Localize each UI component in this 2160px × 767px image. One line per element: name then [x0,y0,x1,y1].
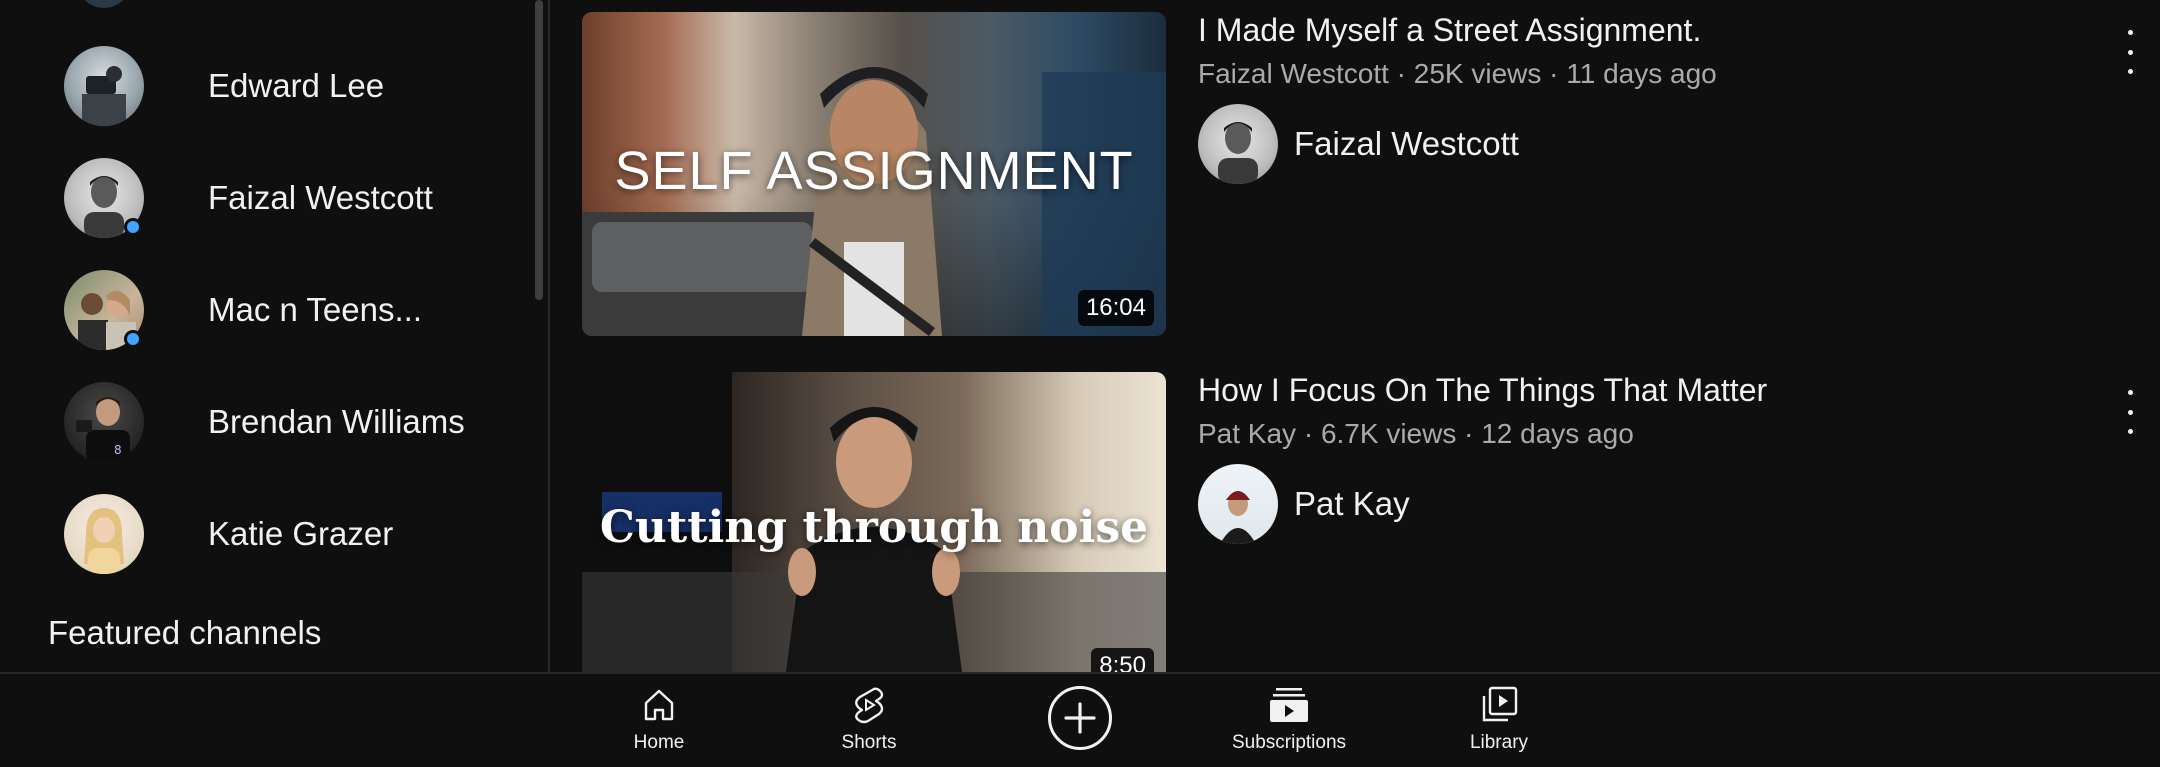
sidebar-item-label: Mac n Teens... [208,291,423,328]
sidebar-item-label: Katie Grazer [208,515,394,552]
sidebar-item-label: Edward Lee [208,67,385,104]
nav-home[interactable]: Home [579,684,739,764]
channel-avatar[interactable] [1198,464,1278,544]
channel-avatar[interactable] [1198,104,1278,184]
nav-shorts-label: Shorts [841,732,897,753]
create-button[interactable] [1048,686,1112,750]
video-thumbnail[interactable]: Cutting through noise 8:50 [582,372,1166,672]
bottom-navigation: Home Shorts Subscriptions Library [0,672,2160,767]
video-duration: 8:50 [1091,648,1154,672]
thumbnail-title: SELF ASSIGNMENT [614,141,1134,201]
nav-subscriptions-label: Subscriptions [1231,732,1347,753]
featured-channels-heading: Featured channels [48,614,322,651]
sidebar-item-edward-lee[interactable]: Edward Lee [0,30,530,142]
library-icon [1482,686,1518,722]
video-feed: SELF ASSIGNMENT 16:04 I Made Myself a St… [550,0,2160,672]
sidebar-item-katie-grazer[interactable]: Katie Grazer [0,478,530,590]
avatar: 8 [64,382,144,462]
sidebar-item-label: Brendan Williams [208,403,465,440]
video-channel[interactable]: Pat Kay [1198,464,1410,544]
sidebar-scrollbar[interactable] [535,0,543,300]
svg-text:8: 8 [114,443,122,457]
home-icon [644,689,674,721]
video-channel[interactable]: Faizal Westcott [1198,104,1519,184]
nav-library[interactable]: Library [1419,684,1579,764]
video-duration: 16:04 [1077,290,1154,326]
video-meta: Pat Kay · 6.7K views · 12 days ago [1198,418,1634,449]
video-card[interactable]: Cutting through noise 8:50 How I Focus O… [582,372,2160,672]
new-content-dot [124,218,142,236]
video-meta: Faizal Westcott · 25K views · 11 days ag… [1198,58,1717,89]
video-card[interactable]: SELF ASSIGNMENT 16:04 I Made Myself a St… [582,12,2160,342]
partial-avatar [74,0,134,8]
sidebar-item-faizal-westcott[interactable]: Faizal Westcott [0,142,530,254]
subscriptions-sidebar: Edward Lee Faizal Westcott Mac n Teens..… [0,0,548,672]
new-content-dot [124,330,142,348]
nav-subscriptions[interactable]: Subscriptions [1209,684,1369,764]
more-options-icon[interactable] [2120,30,2140,74]
sidebar-item-brendan-williams[interactable]: 8 Brendan Williams [0,366,530,478]
sidebar-item-label: Faizal Westcott [208,179,433,216]
avatar [64,46,144,126]
sidebar-item-mac-n-teens[interactable]: Mac n Teens... [0,254,530,366]
subscriptions-icon [1270,688,1308,722]
channel-name[interactable]: Pat Kay [1294,485,1410,523]
avatar [64,158,144,238]
shorts-icon [855,687,884,724]
thumbnail-title: Cutting through noise [599,502,1149,553]
nav-shorts[interactable]: Shorts [789,684,949,764]
avatar [64,494,144,574]
nav-library-label: Library [1469,732,1529,753]
video-title[interactable]: I Made Myself a Street Assignment. [1198,12,1701,49]
avatar [64,270,144,350]
video-thumbnail[interactable]: SELF ASSIGNMENT 16:04 [582,12,1166,336]
plus-circle-icon [1064,702,1096,734]
nav-home-label: Home [633,732,685,753]
more-options-icon[interactable] [2120,390,2140,434]
video-title[interactable]: How I Focus On The Things That Matter [1198,372,1767,409]
channel-name[interactable]: Faizal Westcott [1294,125,1519,163]
